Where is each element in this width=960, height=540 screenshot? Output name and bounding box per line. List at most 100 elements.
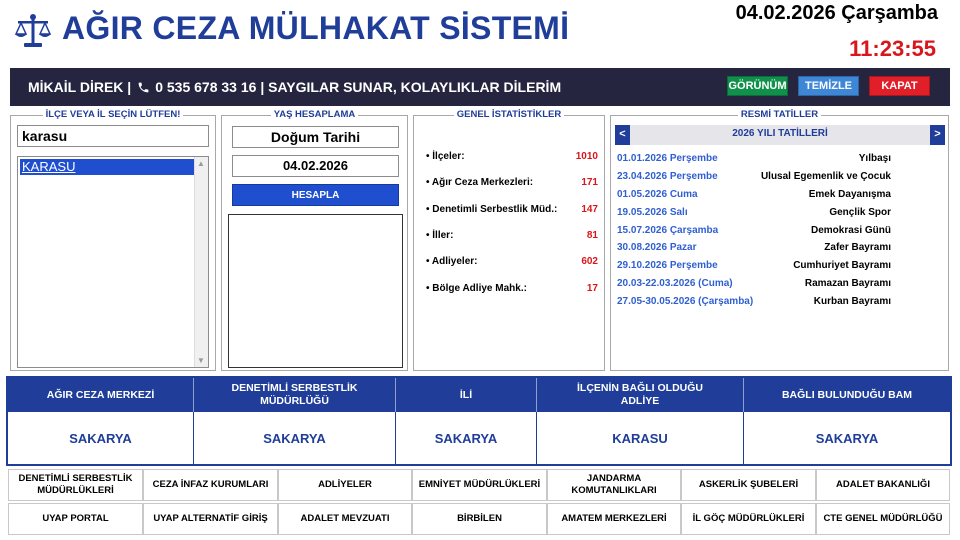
author-name: MİKAİL DİREK |: [28, 79, 132, 95]
contact-line: MİKAİL DİREK | 0 535 678 33 16 | SAYGILA…: [28, 79, 561, 95]
holiday-name: Kurban Bayramı: [813, 295, 891, 307]
stat-row: • Adliyeler: 602: [426, 254, 598, 268]
phone-icon: [135, 81, 151, 94]
holidays-legend: RESMİ TATİLLER: [737, 109, 822, 120]
stat-label: • Adliyeler:: [426, 255, 478, 267]
link-uyap-alt-login[interactable]: UYAP ALTERNATİF GİRİŞ: [143, 503, 278, 535]
link-legislation[interactable]: ADALET MEVZUATI: [278, 503, 412, 535]
link-probation-offices[interactable]: DENETİMLİ SERBESTLİK MÜDÜRLÜKLERİ: [8, 469, 143, 501]
close-button[interactable]: KAPAT: [869, 76, 930, 96]
stat-row: • İller: 81: [426, 228, 598, 242]
district-info-table: AĞIR CEZA MERKEZİ DENETİMLİ SERBESTLİK M…: [6, 376, 952, 466]
scales-of-justice-icon: [14, 12, 52, 50]
age-calc-panel: YAŞ HESAPLAMA Doğum Tarihi 04.02.2026 HE…: [221, 109, 408, 371]
stat-label: • İller:: [426, 229, 454, 241]
holiday-date: 20.03-22.03.2026 (Cuma): [617, 277, 733, 289]
stat-value: 17: [586, 282, 598, 294]
listbox-scrollbar[interactable]: ▲ ▼: [194, 157, 208, 367]
view-button[interactable]: GÖRÜNÜM: [727, 76, 788, 96]
age-result-box: [228, 214, 403, 368]
holiday-date: 15.07.2026 Çarşamba: [617, 224, 719, 236]
holiday-date: 27.05-30.05.2026 (Çarşamba): [617, 295, 754, 307]
value-province: SAKARYA: [396, 412, 537, 464]
holiday-name: Demokrasi Günü: [810, 224, 891, 236]
stat-row: • Denetimli Serbestlik Müd.: 147: [426, 202, 598, 216]
stat-value: 147: [581, 203, 598, 215]
link-gendarmerie[interactable]: JANDARMA KOMUTANLIKLARI: [547, 469, 681, 501]
app-title: AĞIR CEZA MÜLHAKAT SİSTEMİ: [62, 10, 570, 46]
holiday-row: 01.01.2026 Perşembe Yılbaşı: [617, 151, 891, 165]
stat-value: 81: [586, 229, 598, 241]
holiday-name: Ramazan Bayramı: [804, 277, 891, 289]
clear-button[interactable]: TEMİZLE: [798, 76, 859, 96]
holiday-row: 15.07.2026 Çarşamba Demokrasi Günü: [617, 223, 891, 237]
col-header-regional-court: BAĞLI BULUNDUĞU BAM: [744, 378, 950, 412]
link-courthouses[interactable]: ADLİYELER: [278, 469, 412, 501]
holiday-date: 29.10.2026 Perşembe: [617, 259, 718, 271]
link-migration-offices[interactable]: İL GÖÇ MÜDÜRLÜKLERİ: [681, 503, 816, 535]
holiday-date: 01.05.2026 Cuma: [617, 188, 698, 200]
holiday-name: Cumhuriyet Bayramı: [793, 259, 891, 271]
age-legend: YAŞ HESAPLAMA: [270, 109, 359, 120]
link-cte-directorate[interactable]: CTE GENEL MÜDÜRLÜĞÜ: [816, 503, 950, 535]
clock-display: 11:23:55: [849, 36, 936, 61]
calculate-button[interactable]: HESAPLA: [232, 184, 399, 206]
link-prisons[interactable]: CEZA İNFAZ KURUMLARI: [143, 469, 278, 501]
link-uyap-portal[interactable]: UYAP PORTAL: [8, 503, 143, 535]
stat-value: 602: [581, 255, 598, 267]
col-header-heavy-court: AĞIR CEZA MERKEZİ: [8, 378, 194, 412]
holiday-date: 19.05.2026 Salı: [617, 206, 688, 218]
link-military-branches[interactable]: ASKERLİK ŞUBELERİ: [681, 469, 816, 501]
holiday-row: 30.08.2026 Pazar Zafer Bayramı: [617, 240, 891, 254]
holiday-name: Zafer Bayramı: [824, 241, 891, 253]
stat-label: • Ağır Ceza Merkezleri:: [426, 176, 534, 188]
dob-input[interactable]: 04.02.2026: [232, 155, 399, 177]
holiday-row: 20.03-22.03.2026 (Cuma) Ramazan Bayramı: [617, 276, 891, 290]
col-header-courthouse: İLÇENİN BAĞLI OLDUĞU ADLİYE: [537, 378, 744, 412]
value-probation: SAKARYA: [194, 412, 396, 464]
holiday-row: 19.05.2026 Salı Gençlik Spor: [617, 205, 891, 219]
holiday-name: Ulusal Egemenlik ve Çocuk: [760, 170, 891, 182]
holidays-title: 2026 YILI TATİLLERİ: [732, 128, 828, 139]
date-display: 04.02.2026 Çarşamba: [735, 2, 938, 24]
stats-legend: GENEL İSTATİSTİKLER: [453, 109, 565, 120]
dob-label: Doğum Tarihi: [232, 126, 399, 148]
district-listbox[interactable]: KARASU ▲ ▼: [17, 156, 209, 368]
link-amatem-centers[interactable]: AMATEM MERKEZLERİ: [547, 503, 681, 535]
holidays-header: < 2026 YILI TATİLLERİ >: [615, 125, 945, 145]
holiday-date: 01.01.2026 Perşembe: [617, 152, 718, 164]
holiday-name: Emek Dayanışma: [808, 188, 891, 200]
value-regional-court: SAKARYA: [815, 430, 879, 446]
stat-row: • Ağır Ceza Merkezleri: 171: [426, 175, 598, 189]
scroll-down-icon[interactable]: ▼: [197, 356, 205, 365]
value-courthouse: KARASU: [537, 412, 744, 464]
stat-label: • Denetimli Serbestlik Müd.:: [426, 203, 558, 215]
contact-phone-text: 0 535 678 33 16 | SAYGILAR SUNAR, KOLAYL…: [155, 79, 562, 95]
link-ministry-of-justice[interactable]: ADALET BAKANLIĞI: [816, 469, 950, 501]
holiday-name: Yılbaşı: [858, 152, 891, 164]
district-search-input[interactable]: karasu: [17, 125, 209, 147]
stat-value: 171: [581, 176, 598, 188]
holiday-date: 30.08.2026 Pazar: [617, 241, 697, 253]
district-panel: İLÇE VEYA İL SEÇİN LÜTFEN! karasu KARASU…: [10, 109, 216, 371]
stat-row: • Bölge Adliye Mahk.: 17: [426, 281, 598, 295]
stats-panel: GENEL İSTATİSTİKLER • İlçeler: 1010 • Ağı…: [413, 109, 605, 371]
col-header-province: İLİ: [396, 378, 537, 412]
value-heavy-court: SAKARYA: [8, 412, 194, 464]
col-header-probation: DENETİMLİ SERBESTLİK MÜDÜRLÜĞÜ: [194, 378, 396, 412]
next-year-button[interactable]: >: [930, 125, 945, 145]
holiday-row: 29.10.2026 Perşembe Cumhuriyet Bayramı: [617, 258, 891, 272]
holiday-name: Gençlik Spor: [829, 206, 891, 218]
scroll-up-icon[interactable]: ▲: [197, 159, 205, 168]
link-police-departments[interactable]: EMNİYET MÜDÜRLÜKLERİ: [412, 469, 547, 501]
stat-label: • İlçeler:: [426, 150, 465, 162]
holiday-row: 23.04.2026 Perşembe Ulusal Egemenlik ve Ç…: [617, 169, 891, 183]
list-item[interactable]: KARASU: [20, 159, 196, 175]
link-birbilen[interactable]: BİRBİLEN: [412, 503, 547, 535]
stat-value: 1010: [575, 150, 598, 162]
top-bar: MİKAİL DİREK | 0 535 678 33 16 | SAYGILA…: [10, 68, 950, 106]
district-legend: İLÇE VEYA İL SEÇİN LÜTFEN!: [42, 109, 184, 120]
holiday-row: 27.05-30.05.2026 (Çarşamba) Kurban Bayram…: [617, 294, 891, 308]
holiday-row: 01.05.2026 Cuma Emek Dayanışma: [617, 187, 891, 201]
stat-row: • İlçeler: 1010: [426, 149, 598, 163]
